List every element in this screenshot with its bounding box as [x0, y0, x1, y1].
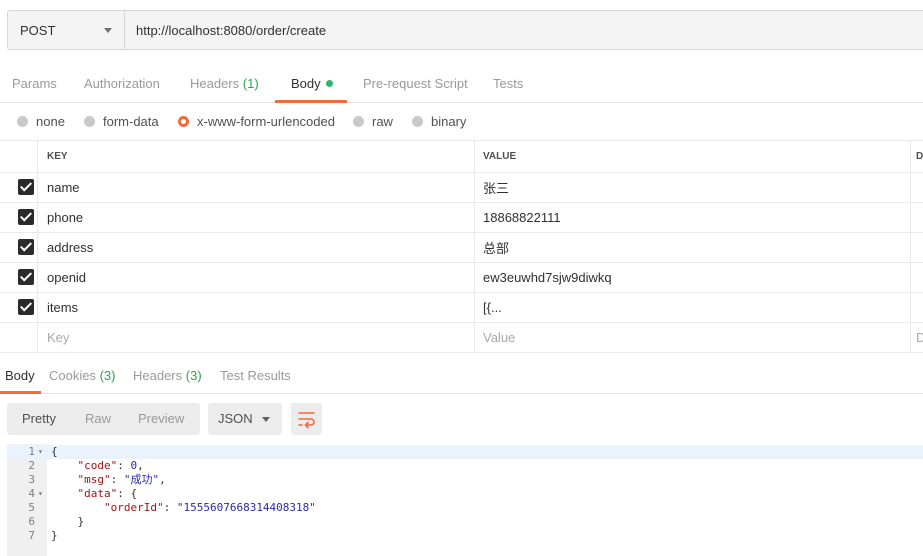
- checkbox[interactable]: [18, 179, 34, 195]
- code-line: 4 ▾ "data": {: [28, 487, 138, 501]
- radio-icon: [84, 116, 95, 127]
- code-line: 3 "msg": "成功",: [28, 473, 166, 486]
- key-input[interactable]: Key: [38, 322, 475, 352]
- tab-params[interactable]: Params: [12, 66, 57, 102]
- method-select[interactable]: POST: [8, 11, 125, 49]
- format-label: JSON: [218, 411, 253, 426]
- description-cell[interactable]: [911, 172, 923, 202]
- radio-icon: [17, 116, 28, 127]
- status-dot-icon: [325, 80, 333, 87]
- wrap-lines-icon: [298, 412, 315, 429]
- radio-form-data[interactable]: form-data: [84, 114, 159, 129]
- value-cell[interactable]: 18868822111: [475, 202, 911, 232]
- radio-raw[interactable]: raw: [353, 114, 393, 129]
- column-header-key: KEY: [38, 141, 475, 172]
- view-pretty-button[interactable]: Pretty: [22, 403, 56, 435]
- value-input[interactable]: Value: [475, 322, 911, 352]
- tab-body[interactable]: Body: [275, 66, 347, 103]
- key-cell[interactable]: items: [38, 292, 475, 322]
- key-cell[interactable]: openid: [38, 262, 475, 292]
- description-cell[interactable]: [911, 232, 923, 262]
- request-tabs: Params Authorization Headers (1) Body Pr…: [0, 66, 923, 103]
- radio-x-www-form-urlencoded[interactable]: x-www-form-urlencoded: [178, 114, 335, 129]
- code-line: 7 }: [28, 529, 58, 542]
- table-row-new: Key Value D: [0, 322, 923, 353]
- response-tabs: Body Cookies (3) Headers (3) Test Result…: [0, 361, 923, 394]
- tab-tests[interactable]: Tests: [493, 66, 523, 102]
- checkbox[interactable]: [18, 299, 34, 315]
- value-cell[interactable]: 张三: [475, 172, 911, 202]
- format-select[interactable]: JSON: [208, 403, 282, 435]
- key-cell[interactable]: name: [38, 172, 475, 202]
- radio-icon: [353, 116, 364, 127]
- description-cell[interactable]: [911, 262, 923, 292]
- response-toolbar: Pretty Raw Preview JSON: [0, 403, 923, 435]
- value-cell[interactable]: 总部: [475, 232, 911, 262]
- code-line: 5 "orderId": "1555607668314408318": [28, 501, 316, 514]
- value-cell[interactable]: ew3euwhd7sjw9diwkq: [475, 262, 911, 292]
- table-row: items [{...: [0, 292, 923, 323]
- response-editor[interactable]: 1 ▾ { 2 "code": 0, 3 "msg": "成功", 4 ▾ "dat…: [7, 444, 923, 556]
- radio-icon: [412, 116, 423, 127]
- value-cell[interactable]: [{...: [475, 292, 911, 322]
- key-cell[interactable]: phone: [38, 202, 475, 232]
- table-row: phone 18868822111: [0, 202, 923, 233]
- view-preview-button[interactable]: Preview: [138, 403, 184, 435]
- fold-arrow-icon[interactable]: ▾: [38, 445, 43, 459]
- body-type-options: none form-data x-www-form-urlencoded raw…: [0, 103, 923, 141]
- tab-authorization[interactable]: Authorization: [84, 66, 160, 102]
- chevron-down-icon: [262, 417, 270, 422]
- checkbox[interactable]: [18, 269, 34, 285]
- request-bar: POST http://localhost:8080/order/create: [7, 10, 923, 50]
- tab-response-body[interactable]: Body: [0, 361, 41, 394]
- tab-test-results[interactable]: Test Results: [220, 361, 291, 393]
- fold-arrow-icon[interactable]: ▾: [38, 487, 43, 501]
- table-row: name 张三: [0, 172, 923, 203]
- checkbox[interactable]: [18, 209, 34, 225]
- table-header: KEY VALUE D: [0, 141, 923, 173]
- column-header-value: VALUE: [475, 141, 911, 172]
- headers-count: (1): [242, 76, 259, 91]
- url-input[interactable]: http://localhost:8080/order/create: [136, 11, 326, 49]
- code-line: 2 "code": 0,: [28, 459, 144, 472]
- description-cell[interactable]: [911, 202, 923, 232]
- tab-pre-request-script[interactable]: Pre-request Script: [363, 66, 468, 102]
- radio-selected-icon: [178, 116, 189, 127]
- tab-cookies[interactable]: Cookies (3): [49, 361, 115, 393]
- description-cell[interactable]: [911, 292, 923, 322]
- radio-binary[interactable]: binary: [412, 114, 466, 129]
- code-line: 1 ▾ {: [7, 445, 923, 459]
- radio-none[interactable]: none: [17, 114, 65, 129]
- chevron-down-icon: [104, 28, 112, 33]
- description-input[interactable]: D: [911, 322, 923, 352]
- tab-response-headers[interactable]: Headers (3): [133, 361, 202, 393]
- method-label: POST: [20, 22, 56, 38]
- checkbox[interactable]: [18, 239, 34, 255]
- view-mode-switch: Pretty Raw Preview: [7, 403, 200, 435]
- table-row: address 总部: [0, 232, 923, 263]
- code-line: 6 }: [28, 515, 85, 528]
- view-raw-button[interactable]: Raw: [85, 403, 111, 435]
- wrap-lines-button[interactable]: [291, 403, 322, 435]
- key-cell[interactable]: address: [38, 232, 475, 262]
- tab-headers[interactable]: Headers (1): [190, 66, 259, 102]
- table-row: openid ew3euwhd7sjw9diwkq: [0, 262, 923, 293]
- column-header-description: D: [916, 151, 923, 162]
